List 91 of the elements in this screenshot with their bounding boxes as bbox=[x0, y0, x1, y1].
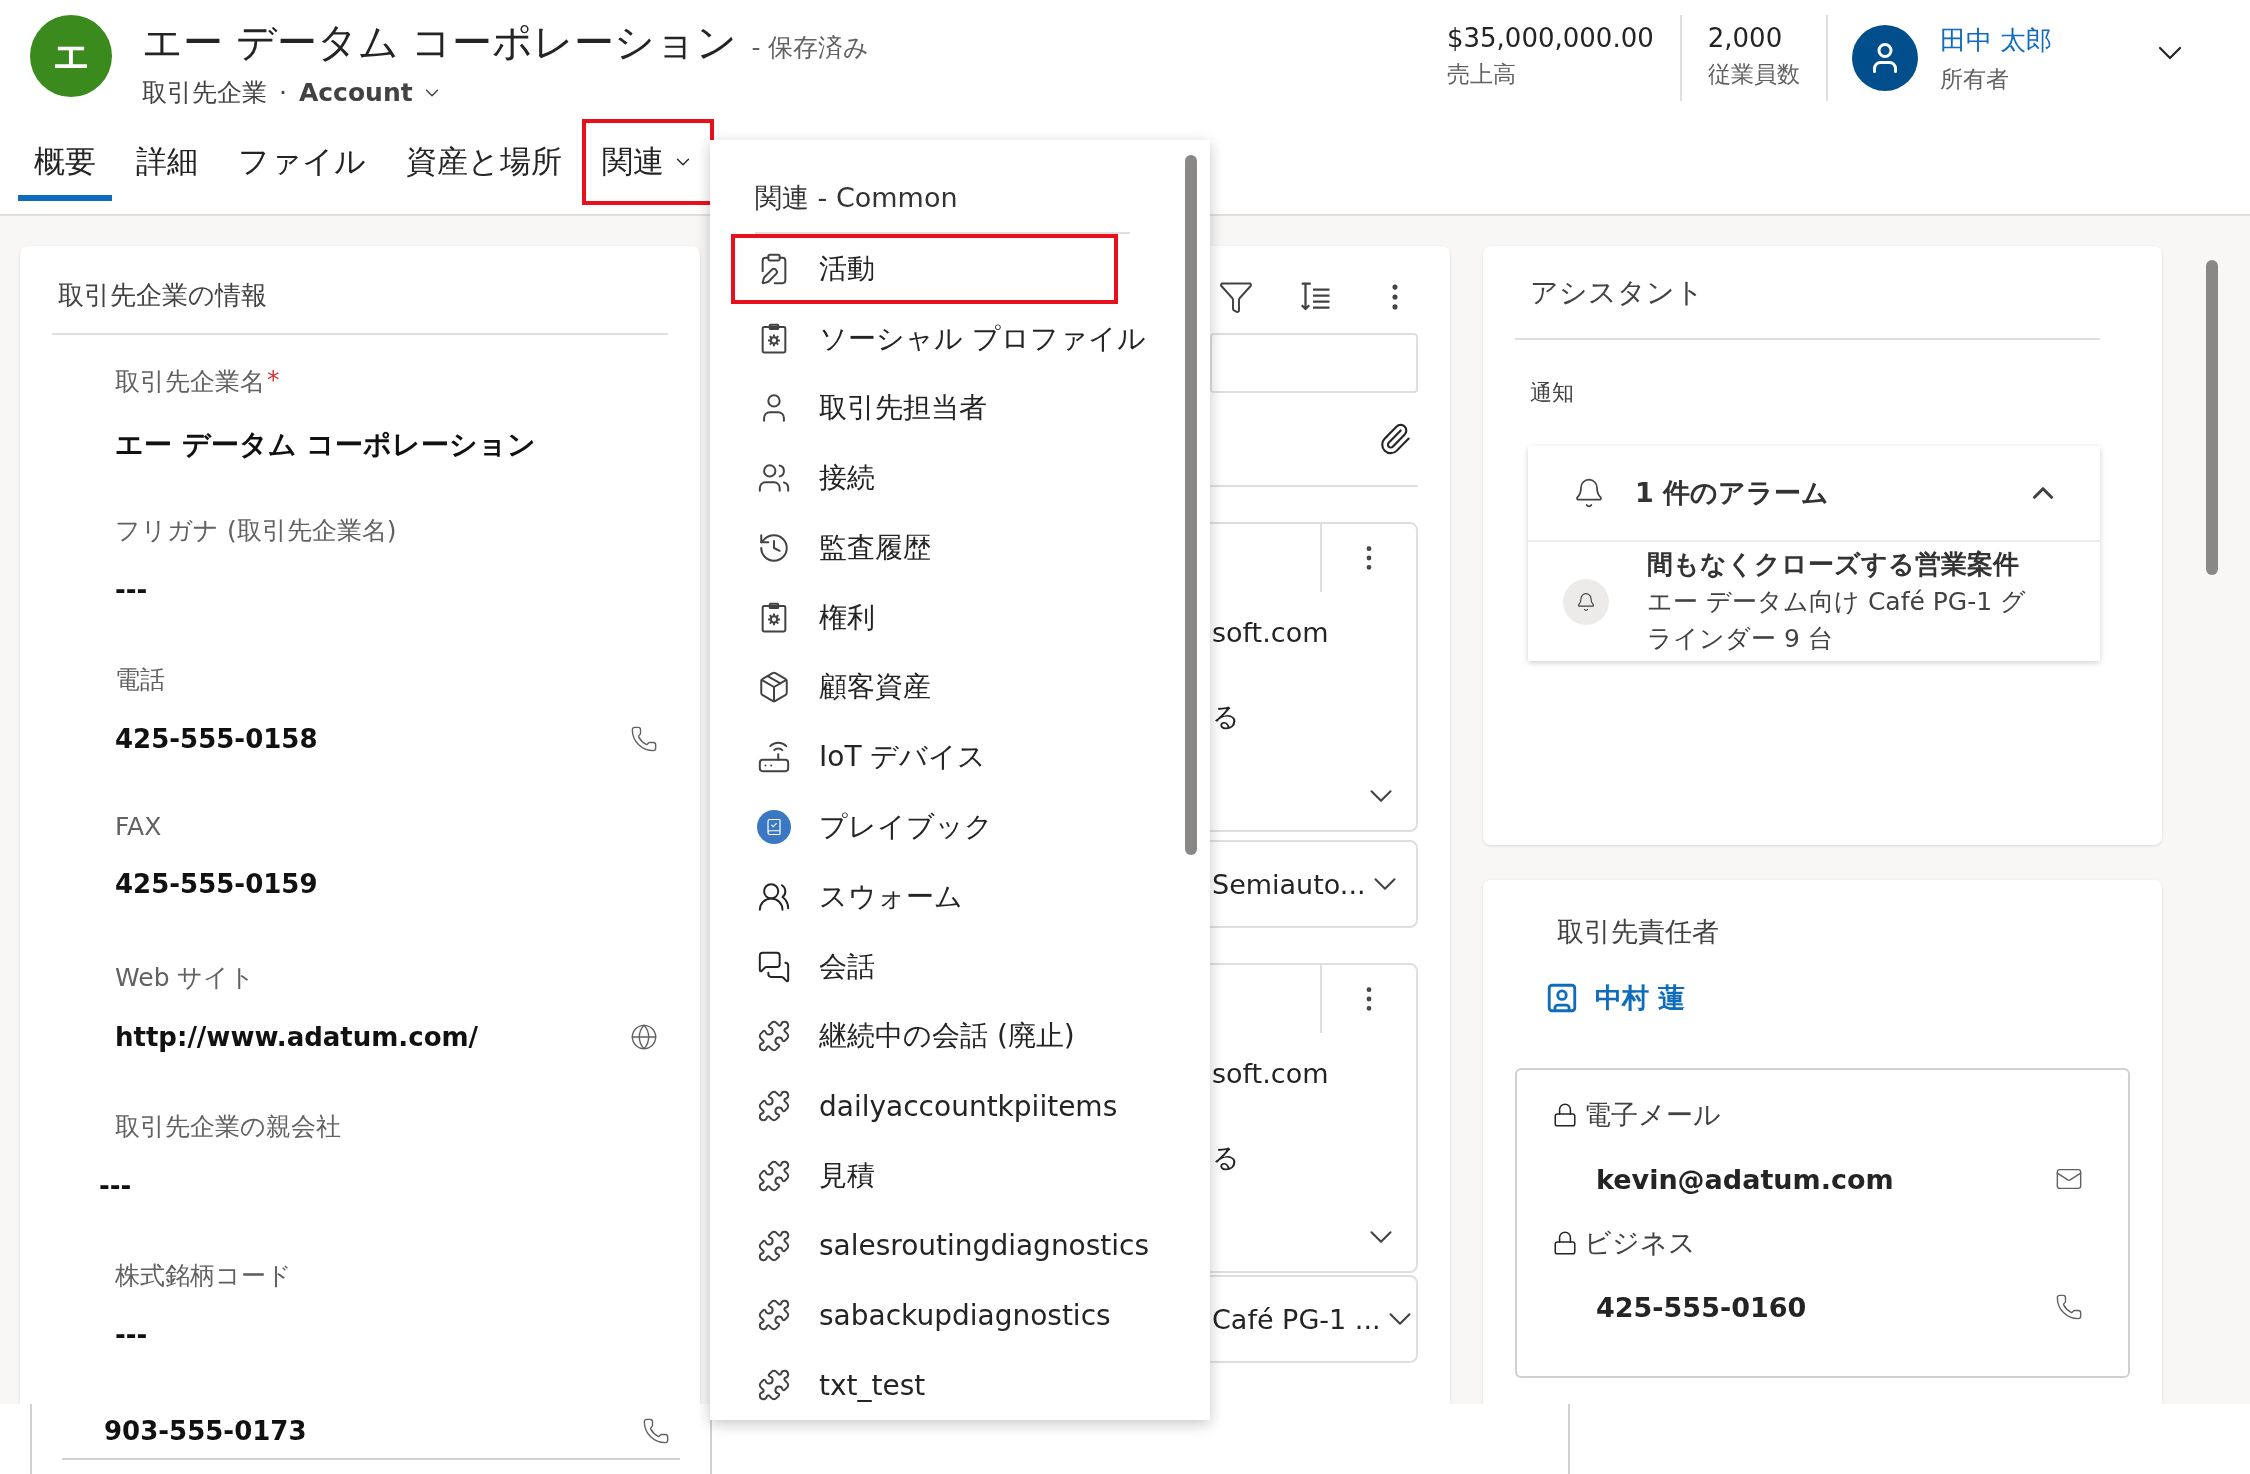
alarm-item-title: 間もなくクローズする営業案件 bbox=[1647, 548, 2020, 581]
field-value: --- bbox=[115, 575, 148, 605]
record-title: エー データム コーポレーション bbox=[142, 18, 738, 67]
header-field-label: 従業員数 bbox=[1707, 60, 1800, 89]
puzzle-icon bbox=[757, 1368, 791, 1403]
tab[interactable]: 詳細 bbox=[116, 119, 218, 205]
field-value: 903-555-0173 bbox=[104, 1416, 307, 1446]
menu-item[interactable]: 監査履歴 bbox=[731, 513, 1118, 583]
tab[interactable]: 資産と場所 bbox=[386, 119, 582, 205]
note-input-field[interactable] bbox=[1210, 333, 1418, 393]
field-value: 425-555-0160 bbox=[1596, 1291, 1807, 1323]
card-title: アシスタント bbox=[1515, 274, 2100, 340]
alarm-item-text: エー データム向け Café PG-1 グラインダー 9 台 bbox=[1647, 586, 2028, 655]
menu-item[interactable]: 権利 bbox=[731, 582, 1118, 653]
lock-icon bbox=[1552, 1102, 1578, 1128]
field-label: Web サイト bbox=[115, 962, 256, 994]
menu-item[interactable]: 顧客資産 bbox=[731, 652, 1118, 723]
tab[interactable]: ファイル bbox=[218, 119, 386, 205]
puzzle-icon bbox=[757, 1089, 791, 1124]
menu-item[interactable]: dailyaccountkpiitems bbox=[731, 1071, 1134, 1141]
separator-dot: · bbox=[279, 78, 287, 107]
owner-name-link[interactable]: 田中 太郎 bbox=[1939, 23, 2052, 58]
globe-icon[interactable] bbox=[630, 1023, 658, 1051]
field-text: Semiauto... bbox=[1212, 868, 1366, 900]
record-avatar: エ bbox=[30, 15, 112, 97]
scrollbar-thumb[interactable] bbox=[2206, 260, 2218, 575]
menu-item[interactable]: IoT デバイス bbox=[731, 722, 1118, 793]
puzzle-icon bbox=[757, 1158, 791, 1193]
field-label: 電話 bbox=[115, 664, 165, 696]
field-label: 株式銘柄コード bbox=[115, 1260, 292, 1292]
field-text: Café PG-1 ... bbox=[1212, 1303, 1381, 1335]
contact-icon bbox=[1545, 981, 1579, 1015]
puzzle-icon bbox=[757, 1298, 791, 1333]
field-label: 取引先企業の親会社 bbox=[115, 1111, 341, 1143]
header-field-label: 売上高 bbox=[1446, 60, 1517, 89]
field-value: http://www.adatum.com/ bbox=[115, 1022, 479, 1052]
menu-item[interactable]: 会話 bbox=[731, 931, 1118, 1002]
menu-item[interactable]: 接続 bbox=[731, 443, 1118, 514]
post-text: る bbox=[1212, 700, 1240, 734]
field-value: kevin@adatum.com bbox=[1596, 1163, 1894, 1195]
form-selector[interactable]: Account bbox=[298, 78, 443, 107]
post-text: soft.com bbox=[1212, 616, 1329, 648]
puzzle-icon bbox=[757, 1228, 791, 1263]
field-value: 425-555-0158 bbox=[115, 724, 318, 754]
menu-item[interactable]: 取引先担当者 bbox=[731, 373, 1118, 444]
field-value: エー データム コーポレーション bbox=[115, 427, 537, 463]
post-text: る bbox=[1212, 1141, 1240, 1175]
field-label: 取引先企業名 bbox=[115, 366, 265, 398]
menu-item[interactable]: 見積 bbox=[731, 1140, 1118, 1211]
required-asterisk: * bbox=[267, 365, 280, 396]
chat-icon bbox=[757, 949, 791, 984]
scrollbar-thumb[interactable] bbox=[1185, 155, 1197, 855]
field-value: --- bbox=[99, 1171, 132, 1201]
paperclip-icon[interactable] bbox=[1378, 422, 1412, 456]
section-label: 通知 bbox=[1530, 379, 1575, 407]
card-title: 取引先企業の情報 bbox=[52, 266, 668, 335]
menu-item[interactable]: txt_test bbox=[731, 1350, 1118, 1420]
field-label: FAX bbox=[115, 812, 162, 841]
owner-label: 所有者 bbox=[1939, 65, 2010, 94]
field-value: 425-555-0159 bbox=[115, 869, 318, 899]
lock-icon bbox=[1552, 1230, 1578, 1256]
menu-item[interactable]: ソーシャル プロファイル bbox=[731, 303, 1162, 374]
field-label: ビジネス bbox=[1584, 1226, 1696, 1260]
post-text: soft.com bbox=[1212, 1057, 1329, 1089]
router-icon bbox=[757, 740, 791, 775]
alarm-title: 1 件のアラーム bbox=[1635, 476, 1831, 510]
bell-icon bbox=[1563, 578, 1609, 625]
menu-item[interactable]: sabackupdiagnostics bbox=[731, 1280, 1127, 1351]
phone-icon[interactable] bbox=[642, 1417, 670, 1445]
field-value: --- bbox=[115, 1320, 148, 1350]
card-title: 取引先責任者 bbox=[1556, 915, 1720, 949]
field-label: フリガナ (取引先企業名) bbox=[115, 515, 397, 547]
tab[interactable]: 概要 bbox=[14, 119, 116, 205]
menu-item[interactable]: スウォーム bbox=[731, 861, 1118, 932]
package-icon bbox=[757, 670, 791, 705]
menu-item[interactable]: salesroutingdiagnostics bbox=[731, 1210, 1166, 1281]
phone-icon[interactable] bbox=[2055, 1293, 2083, 1321]
menu-item[interactable]: プレイブック bbox=[731, 792, 1118, 862]
menu-item[interactable]: 活動 bbox=[731, 234, 1118, 304]
header-field-value: 2,000 bbox=[1707, 23, 1784, 53]
menu-heading: 関連 - Common bbox=[755, 180, 1130, 234]
menu-item[interactable]: 継続中の会話 (廃止) bbox=[731, 1001, 1118, 1072]
contact-link[interactable]: 中村 蓮 bbox=[1545, 980, 2130, 1016]
field-label: 電子メール bbox=[1584, 1098, 1721, 1132]
save-status: - 保存済み bbox=[751, 32, 870, 64]
puzzle-icon bbox=[757, 1019, 791, 1054]
entity-name: 取引先企業 bbox=[142, 77, 267, 109]
playbook-icon bbox=[757, 810, 791, 844]
phone-icon[interactable] bbox=[630, 725, 658, 753]
header-field-value: $35,000,000.00 bbox=[1446, 23, 1654, 53]
bell-icon bbox=[1573, 477, 1605, 509]
